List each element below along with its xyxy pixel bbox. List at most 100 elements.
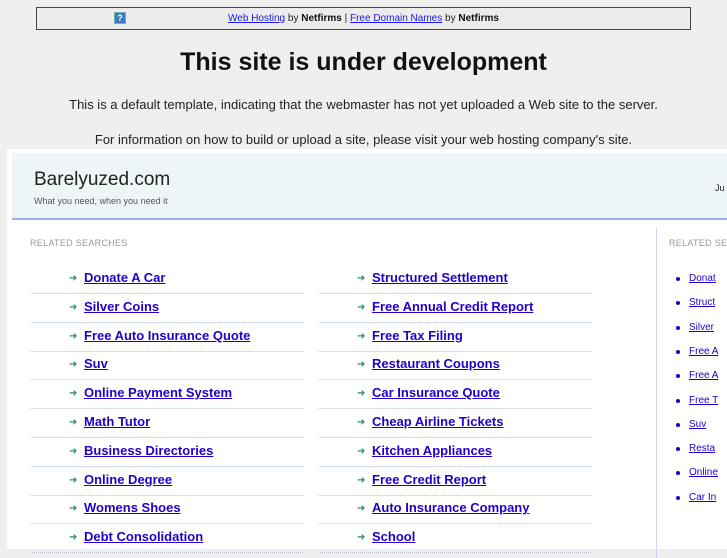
sidebar-list-item: Silver bbox=[676, 322, 714, 333]
bullet-icon bbox=[676, 325, 680, 330]
related-searches-label-right: RELATED SE bbox=[669, 238, 727, 248]
web-hosting-link[interactable]: Web Hosting bbox=[228, 13, 285, 24]
list-item: ➜ Silver Coins bbox=[30, 294, 303, 323]
search-link[interactable]: Suv bbox=[84, 356, 108, 371]
list-item: ➜ Car Insurance Quote bbox=[318, 380, 591, 410]
search-link[interactable]: Car Insurance Quote bbox=[372, 385, 500, 400]
bullet-icon bbox=[676, 422, 680, 427]
search-link[interactable]: Online Payment System bbox=[84, 385, 232, 400]
search-link[interactable]: Online Degree bbox=[84, 472, 172, 487]
search-link[interactable]: Donate A Car bbox=[84, 270, 165, 285]
search-link[interactable]: Womens Shoes bbox=[84, 500, 181, 515]
arrow-icon: ➜ bbox=[357, 417, 366, 428]
site-tagline: What you need, when you need it bbox=[34, 196, 168, 206]
arrow-icon: ➜ bbox=[69, 388, 78, 400]
page-title: This site is under development bbox=[180, 48, 547, 76]
sidebar-list-item: Online bbox=[676, 467, 718, 478]
hosting-info-message: For information on how to build or uploa… bbox=[94, 132, 633, 147]
netfirms-banner: ? Web Hosting by Netfirms | Free Domain … bbox=[36, 7, 691, 30]
search-link[interactable]: Silver Coins bbox=[84, 299, 159, 314]
search-link[interactable]: Cheap Airline Tickets bbox=[372, 414, 504, 429]
arrow-icon: ➜ bbox=[69, 417, 78, 428]
list-item: ➜ Kitchen Appliances bbox=[318, 438, 591, 467]
search-link[interactable]: Kitchen Appliances bbox=[372, 443, 492, 458]
sidebar-search-link[interactable]: Free A bbox=[689, 370, 718, 381]
list-item: ➜ Cheap Airline Tickets bbox=[318, 409, 591, 438]
bullet-icon bbox=[676, 398, 680, 403]
help-icon[interactable]: ? bbox=[114, 12, 126, 24]
sidebar-search-link[interactable]: Silver bbox=[689, 322, 714, 333]
sidebar-search-link[interactable]: Donat bbox=[689, 273, 716, 284]
list-item: ➜ Free Tax Filing bbox=[318, 323, 591, 352]
arrow-icon: ➜ bbox=[69, 474, 78, 486]
separator: | bbox=[341, 13, 350, 24]
arrow-icon: ➜ bbox=[357, 474, 366, 486]
list-item: ➜ Womens Shoes bbox=[30, 495, 303, 525]
list-item: ➜ Free Credit Report bbox=[318, 467, 591, 496]
default-template-message: This is a default template, indicating t… bbox=[69, 97, 658, 112]
sidebar-search-link[interactable]: Free A bbox=[689, 346, 718, 357]
search-link[interactable]: Math Tutor bbox=[84, 414, 150, 429]
search-link[interactable]: Business Directories bbox=[84, 443, 213, 458]
search-link[interactable]: Debt Consolidation bbox=[84, 529, 203, 544]
list-item: ➜ Restaurant Coupons bbox=[318, 351, 591, 381]
netfirms-text: Netfirms bbox=[458, 13, 499, 24]
sidebar-search-link[interactable]: Resta bbox=[689, 443, 715, 454]
arrow-icon: ➜ bbox=[357, 359, 366, 371]
sidebar-search-link[interactable]: Car In bbox=[689, 492, 716, 503]
search-link[interactable]: Free Auto Insurance Quote bbox=[84, 328, 250, 343]
search-link[interactable]: Free Credit Report bbox=[372, 472, 486, 487]
search-link[interactable]: Free Annual Credit Report bbox=[372, 299, 533, 314]
list-item: ➜ Auto Insurance Company bbox=[318, 495, 591, 525]
list-item: ➜ Structured Settlement bbox=[318, 265, 591, 294]
free-domain-names-link[interactable]: Free Domain Names bbox=[350, 13, 442, 24]
search-link[interactable]: Auto Insurance Company bbox=[372, 500, 529, 515]
sidebar-list-item: Car In bbox=[676, 492, 716, 503]
bullet-icon bbox=[676, 277, 680, 281]
sidebar-list-item: Resta bbox=[676, 443, 715, 454]
arrow-icon: ➜ bbox=[357, 445, 366, 457]
bullet-icon bbox=[676, 447, 680, 452]
arrow-icon: ➜ bbox=[357, 330, 366, 342]
bullet-icon bbox=[676, 471, 680, 476]
search-link[interactable]: Structured Settlement bbox=[372, 270, 508, 285]
sidebar-list-item: Suv bbox=[676, 419, 706, 430]
bullet-icon bbox=[676, 495, 680, 500]
list-item: ➜ Free Annual Credit Report bbox=[318, 294, 591, 323]
sidebar-search-link[interactable]: Free T bbox=[689, 395, 718, 406]
sidebar-list-item: Free A bbox=[676, 346, 718, 357]
sidebar-search-link[interactable]: Struct bbox=[689, 297, 715, 308]
list-item: ➜ Online Degree bbox=[30, 467, 303, 496]
arrow-icon: ➜ bbox=[69, 503, 78, 515]
sidebar-search-link[interactable]: Suv bbox=[689, 419, 706, 430]
arrow-icon: ➜ bbox=[69, 532, 78, 544]
search-link[interactable]: School bbox=[372, 529, 415, 544]
bullet-icon bbox=[676, 349, 680, 354]
arrow-icon: ➜ bbox=[357, 273, 366, 284]
arrow-icon: ➜ bbox=[357, 388, 366, 400]
site-header: Barelyuzed.com What you need, when you n… bbox=[12, 153, 727, 220]
header-right-text: Ju bbox=[715, 183, 725, 193]
bullet-icon bbox=[676, 374, 680, 379]
list-item: ➜ Debt Consolidation bbox=[30, 524, 303, 554]
list-item: ➜ Suv bbox=[30, 351, 303, 381]
arrow-icon: ➜ bbox=[357, 532, 366, 544]
arrow-icon: ➜ bbox=[69, 445, 78, 457]
search-link[interactable]: Free Tax Filing bbox=[372, 328, 463, 343]
arrow-icon: ➜ bbox=[69, 301, 78, 313]
bullet-icon bbox=[676, 301, 680, 306]
list-item: ➜ Online Payment System bbox=[30, 380, 303, 410]
related-searches-label: RELATED SEARCHES bbox=[30, 238, 128, 248]
site-name[interactable]: Barelyuzed.com bbox=[34, 169, 170, 191]
parked-domain-frame: Barelyuzed.com What you need, when you n… bbox=[7, 149, 727, 558]
arrow-icon: ➜ bbox=[69, 273, 78, 284]
arrow-icon: ➜ bbox=[357, 301, 366, 313]
sidebar-list-item: Free T bbox=[676, 395, 718, 406]
list-item: ➜ School bbox=[318, 524, 591, 554]
sidebar-search-link[interactable]: Online bbox=[689, 467, 718, 478]
arrow-icon: ➜ bbox=[69, 359, 78, 371]
column-divider bbox=[656, 228, 657, 558]
arrow-icon: ➜ bbox=[357, 503, 366, 515]
list-item: ➜ Donate A Car bbox=[30, 265, 303, 294]
search-link[interactable]: Restaurant Coupons bbox=[372, 356, 500, 371]
